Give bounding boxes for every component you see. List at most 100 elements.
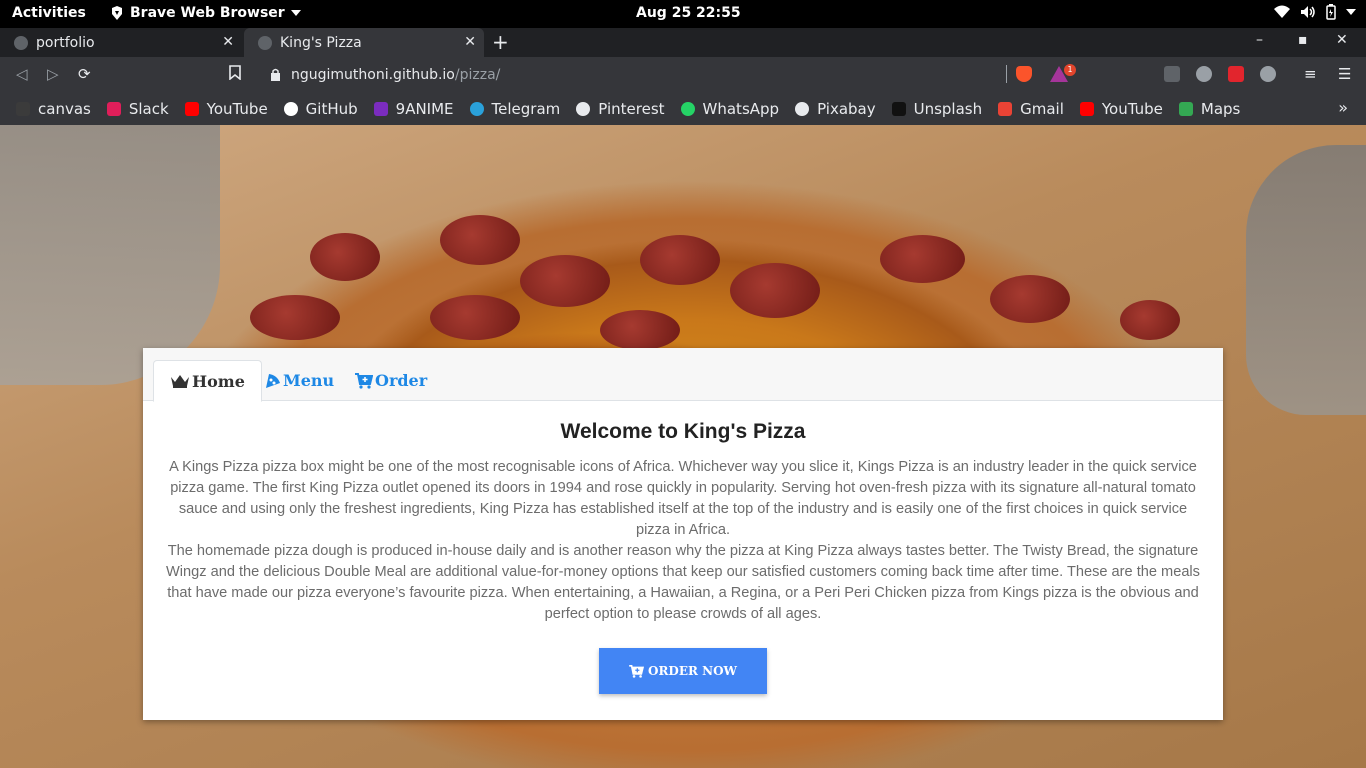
bookmark-label: YouTube <box>206 99 268 118</box>
bookmark-github[interactable]: GitHub <box>283 99 358 118</box>
tab-menu[interactable]: Menu <box>249 360 350 401</box>
bookmark-label: Pixabay <box>817 99 876 118</box>
reload-button[interactable]: ⟳ <box>78 65 91 83</box>
globe-icon <box>576 101 591 116</box>
url-path: /pizza/ <box>454 66 501 83</box>
play-icon <box>373 101 388 116</box>
bookmark-label: Maps <box>1200 99 1241 118</box>
bookmark-unsplash[interactable]: Unsplash <box>891 99 983 118</box>
pepperoni-slice <box>990 275 1070 323</box>
forward-button[interactable]: ▷ <box>47 65 59 83</box>
bookmark-label: Unsplash <box>913 99 983 118</box>
bookmark-label: Pinterest <box>598 99 665 118</box>
activities-button[interactable]: Activities <box>12 5 86 21</box>
system-tray[interactable] <box>1274 4 1356 20</box>
tab-menu-label: Menu <box>283 371 335 390</box>
rewards-badge: 1 <box>1064 64 1076 76</box>
site-nav-tabs: Home Menu Order <box>143 348 1223 402</box>
brave-lion-icon <box>112 6 122 20</box>
tab-home[interactable]: Home <box>153 360 262 402</box>
bookmarks-bar: canvas Slack YouTube GitHub 9ANIME Telegram Pi… <box>0 92 1366 125</box>
bookmark-gmail[interactable]: Gmail <box>998 100 1064 118</box>
youtube-icon <box>184 101 199 116</box>
pepperoni-slice <box>880 235 965 283</box>
browser-tab-strip: portfolio ✕ King's Pizza ✕ + – ▪ ✕ <box>0 28 1366 57</box>
gmail-icon <box>998 101 1013 116</box>
bookmark-pinterest[interactable]: Pinterest <box>576 99 665 118</box>
pepperoni-slice <box>730 263 820 318</box>
bookmark-youtube[interactable]: YouTube <box>1079 99 1163 118</box>
intro-paragraph: A Kings Pizza pizza box might be one of … <box>169 459 1197 538</box>
tab-home-label: Home <box>192 371 245 391</box>
extension-bulb-icon[interactable] <box>1260 66 1276 82</box>
order-now-label: ORDER NOW <box>647 664 738 678</box>
stone-surface <box>0 125 220 385</box>
bookmark-label: Gmail <box>1020 99 1064 118</box>
youtube-icon <box>1079 101 1094 116</box>
telegram-icon <box>469 101 484 116</box>
url-host: ngugimuthoni.github.io <box>291 66 455 83</box>
close-tab-icon[interactable]: ✕ <box>222 34 234 50</box>
bookmark-telegram[interactable]: Telegram <box>469 99 561 118</box>
tab-order-label: Order <box>375 371 428 390</box>
bookmark-label: GitHub <box>305 99 358 118</box>
playlist-icon[interactable]: ≡ <box>1304 65 1317 83</box>
browser-tab-portfolio[interactable]: portfolio ✕ <box>0 28 242 57</box>
cart-plus-icon <box>629 664 644 678</box>
extension-leaf-icon[interactable] <box>1196 66 1212 82</box>
extension-cube-icon[interactable] <box>1164 66 1180 82</box>
pepperoni-slice <box>1120 300 1180 340</box>
new-tab-button[interactable]: + <box>492 30 509 54</box>
page-title: Welcome to King's Pizza <box>560 420 806 443</box>
battery-icon <box>1326 4 1336 20</box>
maps-icon <box>1178 101 1193 116</box>
globe-icon <box>258 35 272 50</box>
more-bookmarks-icon[interactable]: » <box>1338 98 1348 117</box>
pepperoni-slice <box>520 255 610 307</box>
dough-paragraph: The homemade pizza dough is produced in-… <box>166 543 1200 622</box>
order-now-button[interactable]: ORDER NOW <box>599 648 767 694</box>
app-menu[interactable]: Brave Web Browser <box>110 5 301 21</box>
back-button[interactable]: ◁ <box>16 65 28 83</box>
globe-icon <box>795 101 810 116</box>
whatsapp-icon <box>680 101 695 116</box>
close-window-button[interactable]: ✕ <box>1336 32 1348 48</box>
canvas-icon <box>16 101 30 116</box>
close-tab-icon[interactable]: ✕ <box>464 34 476 50</box>
browser-tab-kings-pizza[interactable]: King's Pizza ✕ <box>244 28 484 57</box>
bookmark-slack[interactable]: Slack <box>106 99 169 118</box>
bookmark-canvas[interactable]: canvas <box>16 100 91 118</box>
crown-icon <box>171 375 189 388</box>
app-name: Brave Web Browser <box>130 5 285 21</box>
bookmark-9anime[interactable]: 9ANIME <box>373 99 454 118</box>
minimize-button[interactable]: – <box>1256 32 1263 48</box>
bookmark-whatsapp[interactable]: WhatsApp <box>680 99 780 118</box>
bookmark-maps[interactable]: Maps <box>1178 99 1241 118</box>
github-icon <box>283 101 298 116</box>
bookmark-icon[interactable] <box>229 65 241 84</box>
bookmark-label: Slack <box>128 99 169 118</box>
tab-title: King's Pizza <box>280 34 362 51</box>
page-background: Home Menu Order Welcome to King's Pizza … <box>0 125 1366 768</box>
maximize-button[interactable]: ▪ <box>1298 32 1308 48</box>
system-top-bar: Activities Brave Web Browser Aug 25 22:5… <box>0 0 1366 28</box>
chevron-down-icon <box>290 10 301 16</box>
bookmark-label: 9ANIME <box>395 99 454 118</box>
brave-shields-icon[interactable] <box>1016 66 1032 82</box>
extension-media-icon[interactable] <box>1228 66 1244 82</box>
bookmark-label: Telegram <box>491 99 561 118</box>
bookmark-label: YouTube <box>1101 99 1163 118</box>
menu-icon[interactable]: ☰ <box>1338 65 1351 83</box>
pepperoni-slice <box>440 215 520 265</box>
slack-icon <box>106 101 121 116</box>
clock[interactable]: Aug 25 22:55 <box>636 5 741 21</box>
unsplash-icon <box>891 101 906 116</box>
bookmark-pixabay[interactable]: Pixabay <box>795 100 876 118</box>
address-bar[interactable]: ngugimuthoni.github.io/pizza/ <box>258 61 1010 88</box>
globe-icon <box>14 35 28 50</box>
tab-order[interactable]: Order <box>339 360 443 401</box>
bookmark-youtube[interactable]: YouTube <box>184 99 268 118</box>
bookmark-label: WhatsApp <box>702 99 780 118</box>
stone-surface <box>1246 145 1366 415</box>
divider <box>1006 65 1007 83</box>
